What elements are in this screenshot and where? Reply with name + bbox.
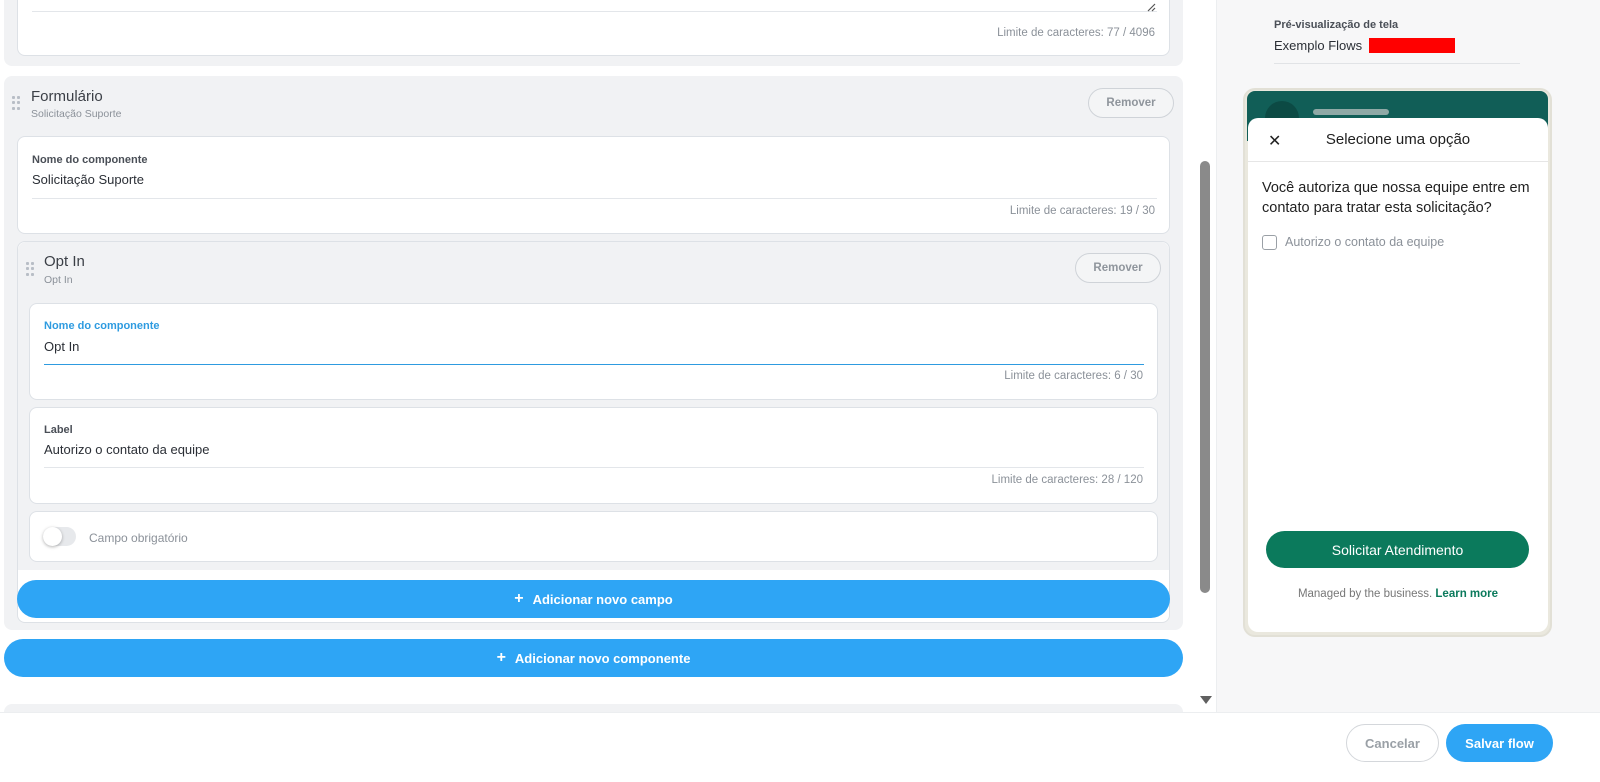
opt-in-name-input[interactable]: Opt In [44,339,79,354]
opt-in-question: Você autoriza que nossa equipe entre em … [1262,180,1530,216]
flow-editor: Limite de caracteres: 77 / 4096 Formulár… [0,0,1210,716]
section-subtitle: Solicitação Suporte [31,108,122,120]
checkbox-label: Autorizo o contato da equipe [1285,235,1445,249]
scrollbar-thumb[interactable] [1200,161,1210,593]
drag-handle-icon[interactable] [12,96,20,110]
resize-handle-icon[interactable] [1146,0,1156,12]
save-flow-button[interactable]: Salvar flow [1446,724,1553,762]
field-label: Nome do componente [32,154,148,166]
opt-in-name-card: Nome do componente Opt In Limite de cara… [29,303,1158,400]
toggle-knob [43,527,62,546]
character-limit: Limite de caracteres: 19 / 30 [1009,205,1155,217]
character-limit: Limite de caracteres: 77 / 4096 [997,27,1155,39]
sheet-title: Selecione uma opção [1325,131,1471,148]
field-underline [32,198,1157,199]
redacted-block [1369,38,1455,53]
sheet-divider [1248,161,1548,162]
drag-handle-icon[interactable] [26,262,34,276]
learn-more-link[interactable]: Learn more [1435,588,1498,600]
add-component-button[interactable]: + Adicionar novo componente [4,639,1183,677]
required-toggle-label: Campo obrigatório [89,531,188,545]
form-name-card: Nome do componente Solicitação Suporte L… [17,136,1170,234]
flow-bottom-sheet: ✕ Selecione uma opção Você autoriza que … [1248,118,1548,632]
contact-name-placeholder [1313,109,1389,115]
field-label: Label [44,424,73,436]
preview-divider [1274,63,1520,64]
managed-text: Managed by the business. [1297,588,1433,600]
add-field-label: Adicionar novo campo [532,591,673,607]
remove-form-button[interactable]: Remover [1088,88,1174,118]
character-limit: Limite de caracteres: 28 / 120 [991,474,1144,486]
field-label: Nome do componente [44,320,160,332]
add-field-button[interactable]: + Adicionar novo campo [17,580,1170,618]
field-underline [44,467,1144,468]
opt-in-label-card: Label Autorizo o contato da equipe Limit… [29,407,1158,504]
flow-name: Exemplo Flows [1274,38,1363,53]
previous-text-card: Limite de caracteres: 77 / 4096 [17,0,1170,56]
add-component-label: Adicionar novo componente [514,650,691,666]
plus-icon: + [514,590,524,607]
opt-in-header [18,242,1169,298]
opt-in-checkbox[interactable] [1262,235,1277,250]
solicitar-atendimento-button[interactable]: Solicitar Atendimento [1266,531,1529,568]
managed-by-footer: Managed by the business. Learn more [1248,588,1548,600]
field-underline [32,11,1157,12]
required-toggle[interactable] [43,527,76,546]
form-name-input[interactable]: Solicitação Suporte [32,172,144,187]
section-subtitle: Opt In [44,274,73,286]
footer-bar: Cancelar Salvar flow [0,712,1600,782]
section-title: Opt In [44,253,85,270]
remove-opt-in-button[interactable]: Remover [1075,253,1161,283]
opt-in-label-input[interactable]: Autorizo o contato da equipe [44,442,210,457]
preview-caption: Pré-visualização de tela [1274,19,1399,31]
character-limit: Limite de caracteres: 6 / 30 [1004,370,1143,382]
field-underline [44,364,1144,365]
section-title: Formulário [31,88,103,105]
plus-icon: + [496,649,506,666]
cancel-button[interactable]: Cancelar [1346,724,1439,762]
required-toggle-card: Campo obrigatório [29,511,1158,562]
scroll-down-arrow-icon[interactable] [1200,696,1212,704]
